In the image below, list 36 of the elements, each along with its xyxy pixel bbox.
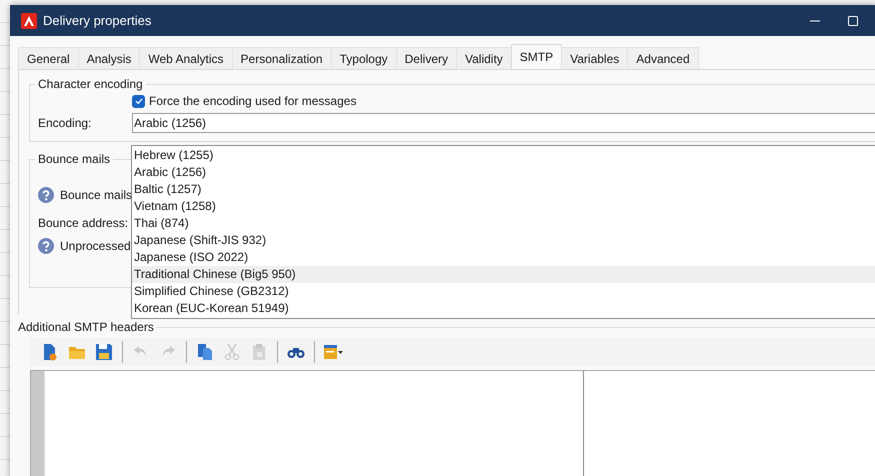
group-title: Character encoding <box>37 77 144 91</box>
field-label: Bounce address: <box>38 216 128 230</box>
bounce-mails-label: Bounce mails <box>60 188 132 202</box>
tab[interactable]: Delivery <box>396 47 457 69</box>
dropdown-option[interactable]: Japanese (ISO 2022) <box>132 249 875 266</box>
dropdown-option[interactable]: Simplified Chinese (GB2312) <box>132 283 875 300</box>
tab[interactable]: Personalization <box>232 47 332 69</box>
tab[interactable]: Analysis <box>78 47 140 69</box>
checkmark-icon <box>134 96 144 106</box>
window-title: Delivery properties <box>43 13 152 28</box>
checkbox[interactable] <box>132 94 145 108</box>
dropdown-option[interactable]: Arabic (1256) <box>132 164 875 181</box>
group-title: Additional SMTP headers <box>18 320 155 334</box>
group-title: Bounce mails <box>37 152 112 166</box>
help-icon <box>38 187 54 203</box>
field-label: Encoding: <box>38 116 92 130</box>
dropdown-option[interactable]: Korean (EUC-Korean 51949) <box>132 300 875 317</box>
help-icon <box>38 238 54 254</box>
tab[interactable]: Validity <box>456 47 512 69</box>
encoding-dropdown[interactable]: Arabic (1256) <box>132 113 875 133</box>
app-logo-icon <box>21 12 37 28</box>
checkbox-label: Force the encoding used for messages <box>149 94 356 108</box>
unprocessed-label: Unprocessed <box>60 239 131 253</box>
dropdown-option[interactable]: Japanese (Shift-JIS 932) <box>132 232 875 249</box>
tab[interactable]: General <box>18 47 79 69</box>
dropdown-option[interactable]: Thai (874) <box>132 215 875 232</box>
tab[interactable]: Variables <box>561 47 628 69</box>
dropdown-option[interactable]: Baltic (1257) <box>132 181 875 198</box>
dropdown-option[interactable]: Hebrew (1255) <box>132 147 875 164</box>
dropdown-option[interactable]: Traditional Chinese (Big5 950) <box>132 266 875 283</box>
tab[interactable]: Advanced <box>627 47 699 69</box>
maximize-icon[interactable] <box>847 14 859 26</box>
tab[interactable]: SMTP <box>510 44 562 69</box>
tab[interactable]: Typology <box>330 47 397 69</box>
dropdown-option[interactable]: Vietnam (1258) <box>132 198 875 215</box>
tab[interactable]: Web Analytics <box>139 47 233 69</box>
